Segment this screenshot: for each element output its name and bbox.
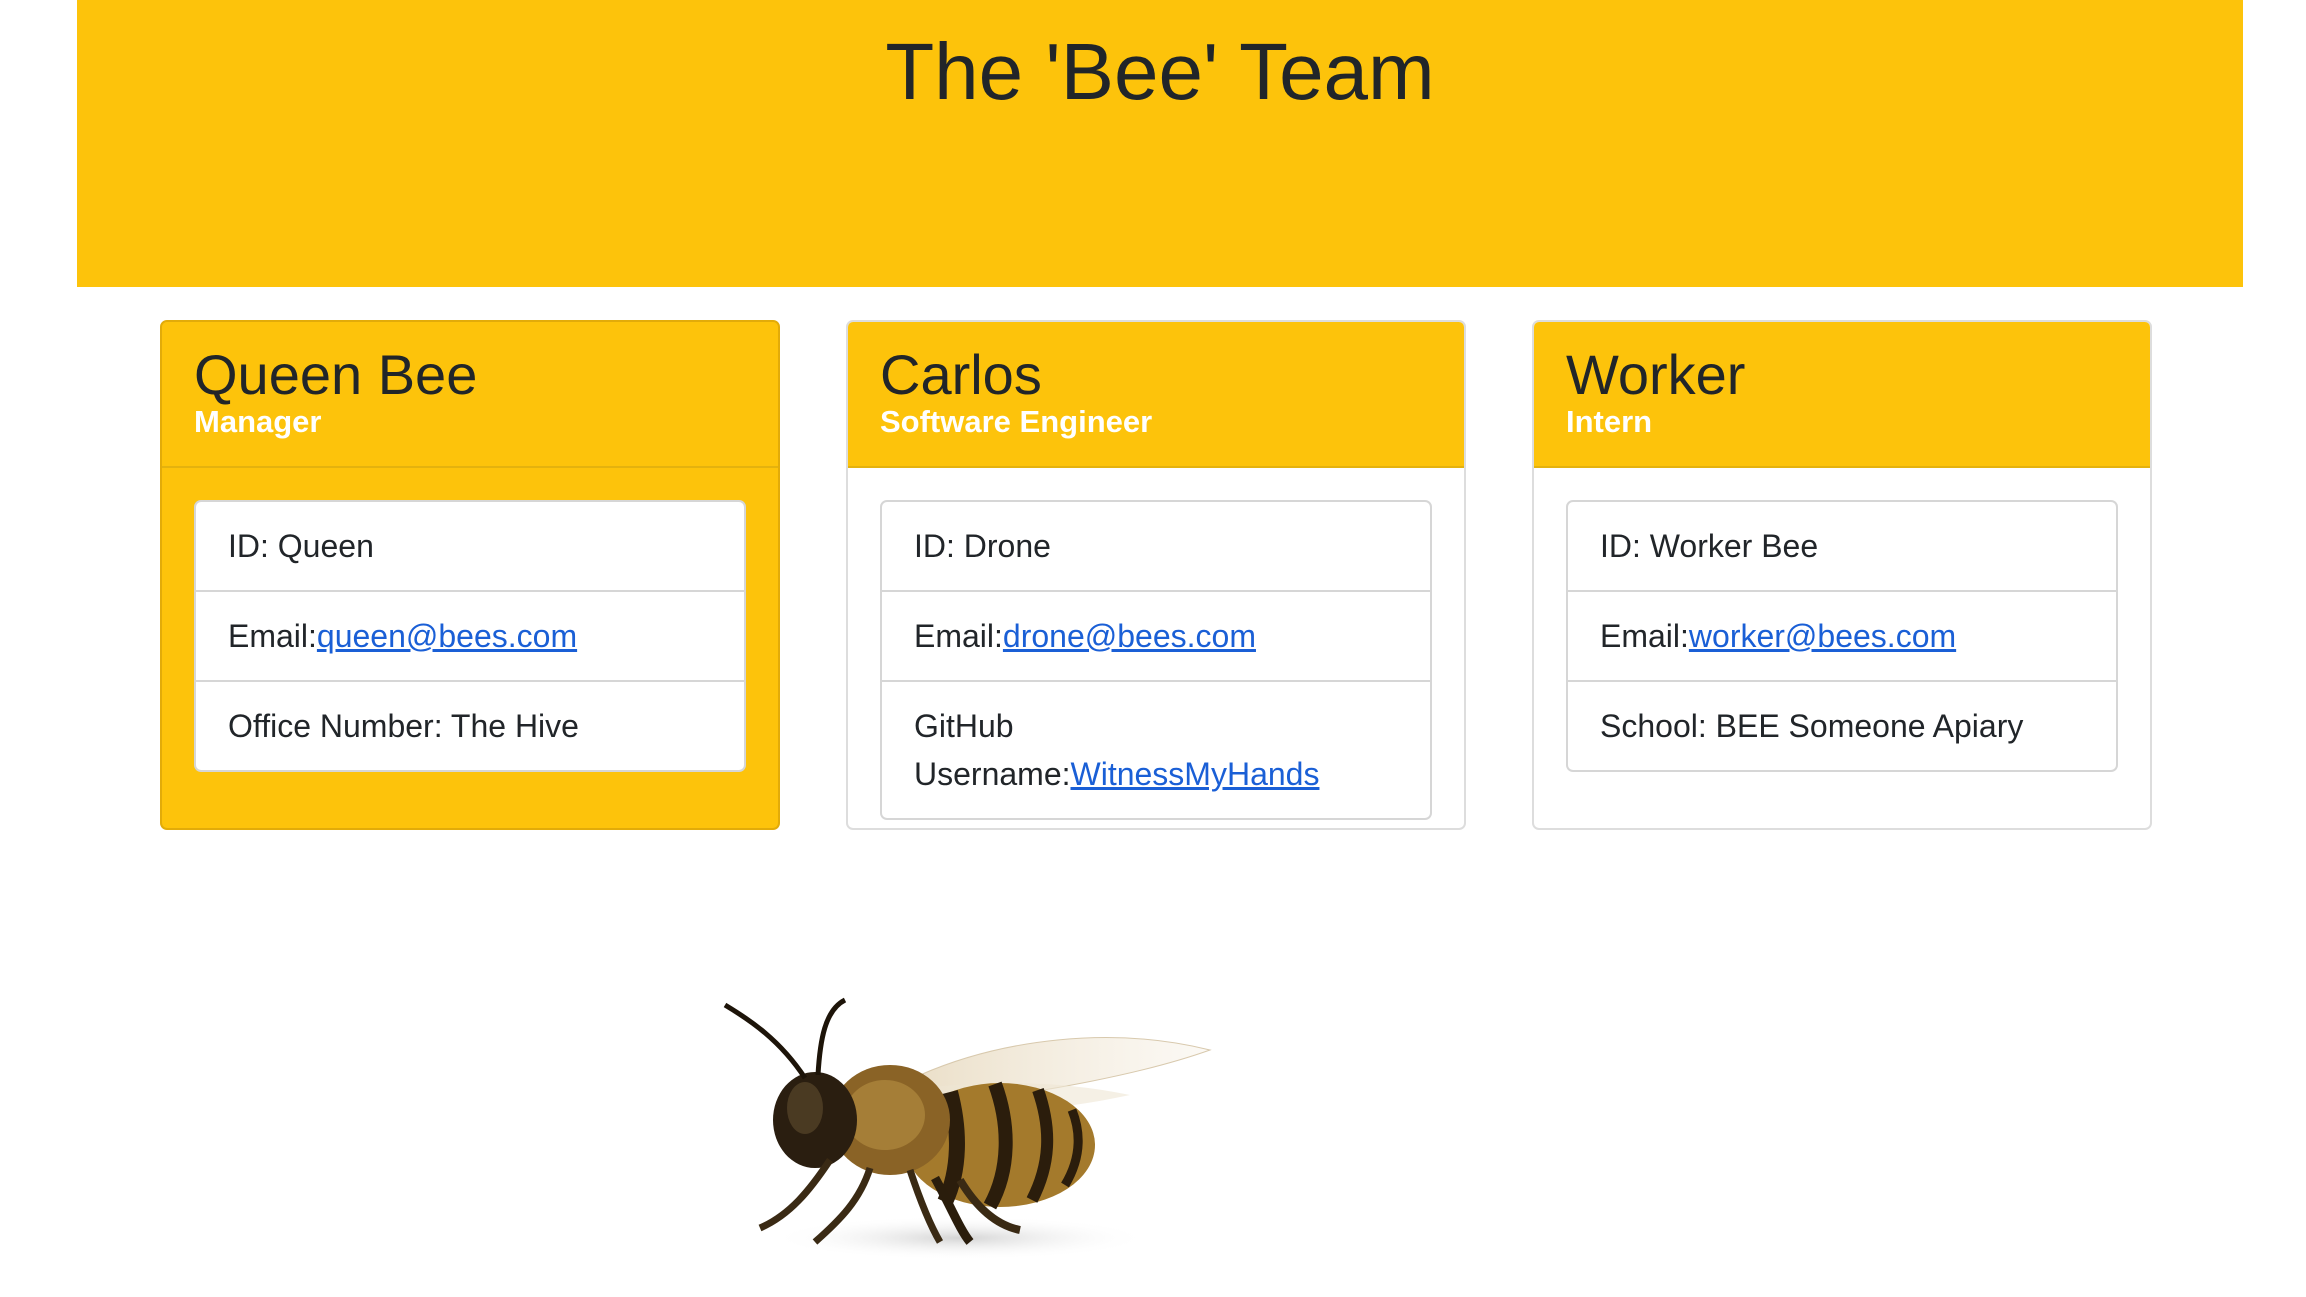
email-link[interactable]: worker@bees.com <box>1689 618 1956 654</box>
id-item: ID: Queen <box>228 528 374 564</box>
email-label: Email: <box>1600 618 1689 654</box>
email-item: Email:queen@bees.com <box>196 590 744 680</box>
employee-card-manager: Queen Bee Manager ID: Queen Email:queen@… <box>160 320 780 830</box>
id-item: ID: Worker Bee <box>1600 528 1819 564</box>
email-link[interactable]: queen@bees.com <box>317 618 577 654</box>
github-item: GitHub Username:WitnessMyHands <box>882 680 1430 818</box>
employee-card-intern: Worker Intern ID: Worker Bee Email:worke… <box>1532 320 2152 830</box>
employee-role: Software Engineer <box>880 403 1153 439</box>
email-item: Email:worker@bees.com <box>1568 590 2116 680</box>
details-list: ID: Drone Email:drone@bees.com GitHub Us… <box>880 500 1432 820</box>
header-banner: The 'Bee' Team <box>77 0 2243 287</box>
school-item: School: BEE Someone Apiary <box>1568 680 2116 770</box>
email-link[interactable]: drone@bees.com <box>1003 618 1256 654</box>
email-item: Email:drone@bees.com <box>882 590 1430 680</box>
card-header: Queen Bee Manager <box>162 322 778 468</box>
card-body: ID: Worker Bee Email:worker@bees.com Sch… <box>1534 468 2150 772</box>
page-title: The 'Bee' Team <box>885 27 1435 116</box>
email-label: Email: <box>228 618 317 654</box>
employee-name: Worker <box>1566 343 1746 406</box>
office-number-item: Office Number: The Hive <box>196 680 744 770</box>
card-header: Worker Intern <box>1534 322 2150 468</box>
employee-role: Intern <box>1566 403 1653 439</box>
email-label: Email: <box>914 618 1003 654</box>
employee-role: Manager <box>194 403 322 439</box>
honeybee-image <box>720 980 1220 1280</box>
card-header: Carlos Software Engineer <box>848 322 1464 468</box>
details-list: ID: Worker Bee Email:worker@bees.com Sch… <box>1566 500 2118 772</box>
id-item: ID: Drone <box>914 528 1051 564</box>
card-body: ID: Drone Email:drone@bees.com GitHub Us… <box>848 468 1464 820</box>
details-list: ID: Queen Email:queen@bees.com Office Nu… <box>194 500 746 772</box>
card-body: ID: Queen Email:queen@bees.com Office Nu… <box>162 468 778 772</box>
honeybee-icon <box>723 997 1212 1260</box>
employee-name: Carlos <box>880 343 1042 406</box>
employee-name: Queen Bee <box>194 343 478 406</box>
github-link[interactable]: WitnessMyHands <box>1071 756 1320 792</box>
employee-card-engineer: Carlos Software Engineer ID: Drone Email… <box>846 320 1466 830</box>
github-label: GitHub Username: <box>914 708 1071 792</box>
